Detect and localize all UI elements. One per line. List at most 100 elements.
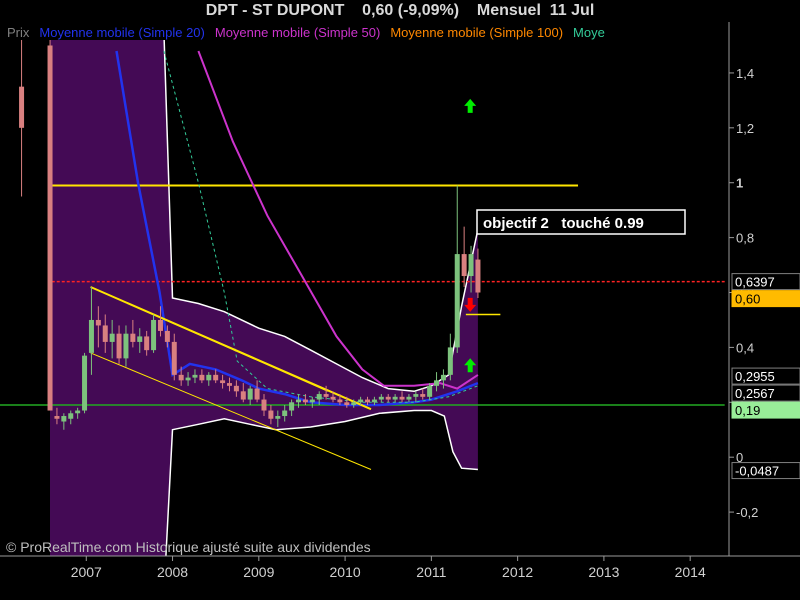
price-tag: 0,2955 [731,367,800,385]
candle-body [468,254,474,277]
candle-body [330,396,336,400]
x-tick-label: 2011 [416,564,446,580]
price-tag-label: 0,60 [735,292,760,307]
candle-body [309,399,315,403]
candle-body [413,394,419,397]
candle-body [427,385,433,397]
band-layer [50,40,479,556]
candle-body [19,86,25,128]
candle-body [454,254,460,348]
candle-body [82,355,88,411]
price-tag: -0,0487 [731,462,800,480]
legend-item-0: Prix [7,25,30,40]
candle-body [392,396,398,400]
candle-body [109,333,115,342]
price-tag-label: 0,2567 [735,386,775,401]
candle-body [185,377,191,381]
candle-body [261,399,267,411]
band-fill [50,40,478,556]
x-tick-label: 2010 [330,564,361,580]
legend-item-2: Moyenne mobile (Simple 50) [214,25,381,40]
candle-body [434,380,440,386]
candle-body [116,333,122,359]
candle-body [365,399,371,403]
candle-body [157,319,163,331]
price-tag-label: 0,2955 [735,369,775,384]
x-tick-label: 2007 [71,564,102,580]
candle-body [220,380,226,384]
candle-body [420,394,426,397]
candle-body [151,319,157,351]
candle-body [144,336,150,351]
candle-body [47,45,53,411]
legend-item-1: Moyenne mobile (Simple 20) [39,25,205,40]
legend-item-3: Moyenne mobile (Simple 100) [390,25,564,40]
candle-body [447,347,453,375]
legend-item-4: Moye [573,25,605,40]
candle-body [275,416,281,419]
candle-body [323,394,329,397]
y-tick-label: 1,4 [736,66,754,81]
candle-body [206,374,212,381]
price-chart: 1,41,210,80,60,40,20-0,22007200820092010… [0,22,800,580]
x-tick-label: 2009 [243,564,274,580]
y-tick-label: -0,2 [736,505,758,520]
y-tick-label: 1 [736,176,743,191]
candle-body [316,394,322,400]
candle-body [171,341,177,375]
x-tick-label: 2012 [502,564,533,580]
candle-body [88,319,94,353]
candle-body [68,413,74,419]
candle-body [268,410,274,419]
price-tag: 0,2567 [731,384,800,402]
candle-body [95,319,101,326]
arrow-up-icon [464,98,477,113]
candle-body [475,259,481,293]
candle-body [75,410,81,414]
candle-body [461,254,467,277]
copyright-text: © ProRealTime.com Historique ajusté suit… [6,539,371,555]
y-tick-label: 0,4 [736,340,754,355]
y-tick-label: 0,8 [736,231,754,246]
candle-body [302,399,308,403]
candle-body [296,399,302,403]
candle-body [102,325,108,342]
candle-body [351,402,357,406]
candle-body [247,388,253,400]
candle-body [213,374,219,381]
candle-body [289,402,295,411]
x-tick-label: 2008 [157,564,188,580]
price-tag-label: -0,0487 [735,464,779,479]
candle-body [178,374,184,381]
candle-body [192,374,198,378]
candle-body [164,330,170,342]
candle-body [344,402,350,406]
x-tick-label: 2014 [675,564,706,580]
price-tag: 0,60 [731,290,800,308]
candle-body [199,374,205,381]
candle-body [385,396,391,400]
objective-annotation: objectif 2 touché 0.99 [476,209,686,235]
candle-body [123,333,129,359]
candle-body [406,396,412,400]
price-tag-label: 0,19 [735,403,760,418]
legend: Prix Moyenne mobile (Simple 20) Moyenne mo… [7,25,729,40]
candle-body [137,336,143,342]
candle-body [378,396,384,400]
candle-body [226,383,232,386]
candle-body [54,416,60,419]
price-tag-label: 0,6397 [735,275,775,290]
x-tick-label: 2013 [588,564,619,580]
candle-body [358,399,364,403]
candle-body [337,399,343,403]
y-tick-label: 1,2 [736,121,754,136]
annotation-layer: objectif 2 touché 0.99 [476,209,686,235]
candle-body [233,385,239,392]
candle-body [282,410,288,417]
price-tag: 0,6397 [731,273,800,291]
candle-body [61,416,67,422]
chart-title: DPT - ST DUPONT 0,60 (-9,09%) Mensuel 11… [205,2,595,19]
candle-body [440,374,446,381]
candle-body [254,388,260,400]
price-tag: 0,19 [731,401,800,419]
